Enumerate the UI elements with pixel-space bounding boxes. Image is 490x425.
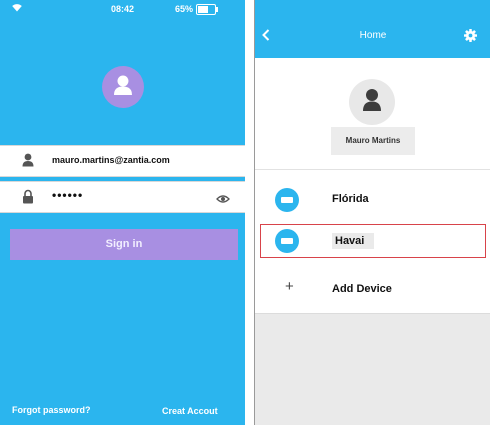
divider — [255, 169, 490, 170]
user-icon — [113, 74, 133, 101]
home-screen: Home Mauro Martins Flórida Havai + Add D… — [254, 0, 490, 425]
user-icon — [22, 153, 34, 172]
user-name: Mauro Martins — [331, 127, 415, 155]
email-field[interactable]: mauro.martins@zantia.com — [0, 145, 245, 177]
settings-icon[interactable] — [464, 29, 477, 47]
page-title: Home — [359, 30, 387, 41]
eye-icon[interactable] — [216, 191, 230, 209]
device-name[interactable]: Flórida — [332, 193, 369, 205]
sign-in-button[interactable]: Sign in — [10, 229, 238, 260]
battery-percent: 65% — [175, 4, 194, 14]
forgot-password-link[interactable]: Forgot password? — [12, 405, 91, 415]
battery-icon — [196, 4, 218, 15]
lock-icon — [22, 189, 34, 209]
avatar — [102, 66, 144, 108]
ac-device-icon — [275, 229, 299, 253]
password-field[interactable]: •••••• — [0, 181, 245, 213]
navigation-bar: Home — [255, 0, 490, 58]
status-bar: 08:42 65% — [0, 0, 245, 18]
empty-content-area — [255, 313, 490, 425]
plus-icon[interactable]: + — [285, 279, 294, 294]
device-name[interactable]: Havai — [332, 233, 375, 249]
create-account-link[interactable]: Creat Accout — [162, 406, 218, 416]
login-screen: 08:42 65% mauro.martins@zantia.com •••••… — [0, 0, 245, 425]
password-value: •••••• — [52, 188, 84, 202]
add-device-button[interactable]: Add Device — [332, 283, 392, 295]
ac-device-icon — [275, 188, 299, 212]
avatar[interactable] — [349, 79, 395, 125]
user-icon — [362, 88, 382, 117]
email-value: mauro.martins@zantia.com — [52, 155, 170, 165]
